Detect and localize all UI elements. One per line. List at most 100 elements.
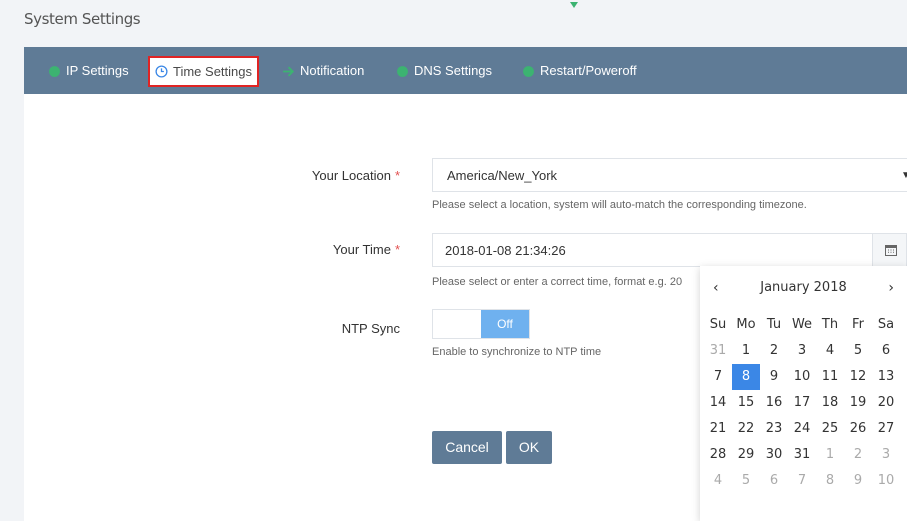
calendar-day[interactable]: 23 [760,416,788,442]
calendar-week-row: 14 15 16 17 18 19 20 [704,390,900,416]
calendar-day[interactable]: 20 [872,390,900,416]
tab-restart-poweroff[interactable]: Restart/Poweroff [522,55,637,87]
tab-label: IP Settings [66,63,129,78]
calendar-day[interactable]: 27 [872,416,900,442]
calendar-day[interactable]: 10 [872,468,900,494]
tab-dns-settings[interactable]: DNS Settings [396,55,492,87]
required-mark: * [394,242,400,257]
calendar-day[interactable]: 5 [732,468,760,494]
calendar-weekday: Fr [852,317,864,332]
calendar-day[interactable]: 15 [732,390,760,416]
calendar-header: January 2018 ‹ › [700,280,907,300]
arrow-icon [283,66,295,76]
required-mark: * [394,168,400,183]
calendar-day[interactable]: 9 [760,364,788,390]
calendar-weekday: Mo [736,317,756,332]
calendar-day[interactable]: 6 [872,338,900,364]
calendar-day[interactable]: 12 [844,364,872,390]
calendar-day[interactable]: 10 [788,364,816,390]
calendar-week-row: 28 29 30 31 1 2 3 [704,442,900,468]
calendar-day[interactable]: 4 [816,338,844,364]
calendar-week-row: 4 5 6 7 8 9 10 [704,468,900,494]
tab-ip-settings[interactable]: IP Settings [48,55,129,87]
calendar-day[interactable]: 9 [844,468,872,494]
calendar-day[interactable]: 2 [844,442,872,468]
calendar-day[interactable]: 1 [816,442,844,468]
calendar-weekday-row: Su Mo Tu We Th Fr Sa [704,312,900,338]
time-label: Your Time * [332,242,400,257]
ok-button[interactable]: OK [506,431,552,464]
calendar-day[interactable]: 25 [816,416,844,442]
calendar-day[interactable]: 18 [816,390,844,416]
ntp-label: NTP Sync [341,321,400,336]
calendar-month-title: January 2018 [760,280,847,295]
calendar-day[interactable]: 1 [732,338,760,364]
calendar-day[interactable]: 28 [704,442,732,468]
settings-panel: IP Settings Time Settings Notification D… [24,47,907,521]
calendar-grid: Su Mo Tu We Th Fr Sa 31 1 2 3 4 5 6 7 8 9 10 11 12 13 14 15 16 1… [704,312,900,494]
calendar-day[interactable]: 26 [844,416,872,442]
calendar-week-row: 7 8 9 10 11 12 13 [704,364,900,390]
cancel-button[interactable]: Cancel [432,431,502,464]
calendar-day[interactable]: 8 [816,468,844,494]
location-label: Your Location * [311,168,400,183]
time-hint: Please select or enter a correct time, f… [432,276,683,288]
calendar-week-row: 31 1 2 3 4 5 6 [704,338,900,364]
calendar-day[interactable]: 14 [704,390,732,416]
calendar-day[interactable]: 17 [788,390,816,416]
prev-month-button[interactable]: ‹ [713,280,719,296]
page-title: System Settings [24,10,141,28]
chevron-down-icon: ▼ [901,170,907,181]
calendar-day[interactable]: 7 [788,468,816,494]
calendar-day[interactable]: 19 [844,390,872,416]
calendar-weekday: Su [709,317,727,332]
tab-bar: IP Settings Time Settings Notification D… [24,47,907,94]
clock-icon [155,65,168,78]
calendar-day[interactable]: 13 [872,364,900,390]
calendar-day[interactable]: 24 [788,416,816,442]
power-icon [523,65,534,77]
location-select[interactable]: America/New_York ▼ [432,158,907,192]
globe-icon [397,65,408,77]
calendar-day[interactable]: 11 [816,364,844,390]
calendar-week-row: 21 22 23 24 25 26 27 [704,416,900,442]
tab-label: Restart/Poweroff [540,63,637,78]
tab-time-settings[interactable]: Time Settings [148,56,259,87]
tab-label: Time Settings [173,63,252,79]
ntp-toggle-off: Off [481,310,529,338]
calendar-day[interactable]: 2 [760,338,788,364]
calendar-day[interactable]: 16 [760,390,788,416]
calendar-day[interactable]: 4 [704,468,732,494]
calendar-weekday: Th [821,317,839,332]
calendar-day[interactable]: 6 [760,468,788,494]
calendar-day[interactable]: 7 [704,364,732,390]
calendar-day[interactable]: 3 [872,442,900,468]
calendar-button[interactable] [872,233,907,267]
tab-label: Notification [300,63,365,78]
calendar-day-selected[interactable]: 8 [732,364,760,390]
calendar-day[interactable]: 22 [732,416,760,442]
calendar-weekday: Tu [766,317,782,332]
time-input[interactable]: 2018-01-08 21:34:26 [432,233,872,267]
calendar-day[interactable]: 30 [760,442,788,468]
calendar-day[interactable]: 21 [704,416,732,442]
tab-notification[interactable]: Notification [282,55,364,87]
next-month-button[interactable]: › [888,280,894,296]
plug-icon [49,65,60,77]
calendar-day[interactable]: 31 [788,442,816,468]
calendar-icon [885,245,897,256]
calendar-day[interactable]: 3 [788,338,816,364]
tab-label: DNS Settings [414,63,493,78]
top-caret-icon [570,2,578,8]
calendar-day[interactable]: 31 [704,338,732,364]
calendar-weekday: We [791,317,813,332]
location-value: America/New_York [447,168,558,183]
date-picker-popup: January 2018 ‹ › Su Mo Tu We Th Fr Sa 31 1 2 3 4 5 6 7… [700,266,907,521]
calendar-weekday: Sa [877,317,895,332]
calendar-day[interactable]: 29 [732,442,760,468]
ntp-hint: Enable to synchronize to NTP time [432,346,602,358]
time-value: 2018-01-08 21:34:26 [445,243,566,258]
location-hint: Please select a location, system will au… [432,199,807,211]
calendar-day[interactable]: 5 [844,338,872,364]
ntp-toggle[interactable]: Off [432,309,530,339]
